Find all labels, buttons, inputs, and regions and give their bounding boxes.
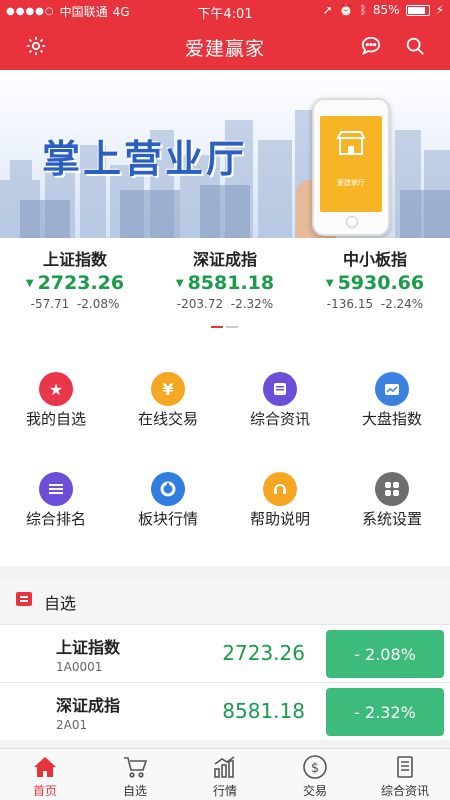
document-icon — [392, 754, 418, 780]
page-indicator — [211, 326, 238, 328]
index-name: 中小板指 — [342, 250, 407, 269]
pie-chart-icon — [151, 472, 185, 506]
index-card[interactable]: 上证指数 ▼ 2723.26 -57.71 -2.08% — [0, 246, 150, 311]
home-icon — [32, 754, 58, 780]
tab-label: 自选 — [122, 784, 147, 798]
yen-icon: ¥ — [151, 372, 185, 406]
stock-change-badge[interactable]: - 2.32% — [326, 688, 444, 736]
news-icon — [263, 372, 297, 406]
index-summary: 上证指数 ▼ 2723.26 -57.71 -2.08% 深证成指 ▼ 8581.1… — [0, 238, 450, 350]
index-value: 2723.26 — [37, 272, 125, 294]
stock-change-badge[interactable]: - 2.08% — [326, 630, 444, 678]
charging-icon: ⚡ — [435, 3, 444, 17]
index-change: -203.72 — [176, 297, 224, 311]
battery-percent: 85% — [372, 3, 400, 17]
banner-slogan: 掌上营业厅 — [42, 137, 248, 181]
bottom-tab-bar: 首页 自选 行情 $ 交易 综合资讯 — [0, 748, 450, 800]
battery-icon — [405, 4, 430, 16]
star-icon: ★ — [39, 372, 73, 406]
menu-label: 板块行情 — [137, 510, 198, 528]
stock-name: 深证成指 — [56, 696, 121, 715]
list-icon — [39, 472, 73, 506]
watchlist-header: 自选 — [0, 578, 450, 624]
index-percent: -2.08% — [76, 297, 120, 311]
menu-settings[interactable]: 系统设置 — [336, 450, 448, 540]
menu-label: 系统设置 — [361, 510, 422, 528]
message-icon[interactable] — [357, 32, 385, 60]
promo-banner[interactable]: 掌上营业厅 爱建掌厅 — [0, 70, 450, 238]
stock-price: 8581.18 — [222, 699, 305, 723]
down-arrow-icon: ▼ — [25, 278, 34, 289]
menu-label: 综合排名 — [25, 510, 86, 528]
location-icon: ➚ — [322, 3, 333, 17]
phone-label: 爱建掌厅 — [337, 179, 365, 187]
index-card[interactable]: 中小板指 ▼ 5930.66 -136.15 -2.24% — [300, 246, 450, 311]
menu-help[interactable]: 帮助说明 — [224, 450, 336, 540]
stock-price: 2723.26 — [222, 641, 305, 665]
menu-online-trading[interactable]: ¥ 在线交易 — [112, 350, 224, 440]
menu-market-index[interactable]: 大盘指数 — [336, 350, 448, 440]
settings-grid-icon — [375, 472, 409, 506]
stock-name: 上证指数 — [56, 638, 121, 657]
status-bar: ●●●●○ 中国联通 4G 下午4:01 ➚ ⏰ ᛒ 85% ⚡ — [0, 0, 450, 22]
down-arrow-icon: ▼ — [325, 278, 334, 289]
cart-icon — [122, 754, 148, 780]
bluetooth-icon: ᛒ — [359, 3, 367, 17]
watchlist-title: 自选 — [44, 594, 77, 613]
down-arrow-icon: ▼ — [175, 278, 184, 289]
help-icon — [263, 472, 297, 506]
index-percent: -2.24% — [380, 297, 424, 311]
tab-trade[interactable]: $ 交易 — [270, 749, 360, 800]
tab-quotes[interactable]: 行情 — [180, 749, 270, 800]
tab-label: 行情 — [212, 784, 237, 798]
tab-news[interactable]: 综合资讯 — [360, 749, 450, 800]
tab-watchlist[interactable]: 自选 — [90, 749, 180, 800]
menu-sector-quotes[interactable]: 板块行情 — [112, 450, 224, 540]
tab-label: 首页 — [32, 784, 57, 798]
index-value: 8581.18 — [187, 272, 275, 294]
phone-image: 爱建掌厅 — [312, 98, 390, 236]
index-change: -136.15 — [326, 297, 374, 311]
index-change: -57.71 — [30, 297, 70, 311]
menu-ranking[interactable]: 综合排名 — [0, 450, 112, 540]
dollar-icon: $ — [302, 754, 328, 780]
app-header: 爱建赢家 — [0, 22, 450, 70]
tab-label: 综合资讯 — [380, 784, 429, 798]
index-name: 深证成指 — [192, 250, 257, 269]
menu-label: 大盘指数 — [361, 410, 422, 428]
search-icon[interactable] — [401, 32, 429, 60]
watchlist-row[interactable]: 上证指数 1A0001 2723.26 - 2.08% — [0, 624, 450, 682]
menu-label: 帮助说明 — [249, 510, 310, 528]
stock-code: 1A0001 — [56, 660, 103, 674]
trend-chart-icon — [375, 372, 409, 406]
feature-grid: ★ 我的自选 ¥ 在线交易 综合资讯 大盘指数 综合排名 板块行情 帮助说明 系… — [0, 350, 450, 566]
index-card[interactable]: 深证成指 ▼ 8581.18 -203.72 -2.32% — [150, 246, 300, 311]
index-name: 上证指数 — [42, 250, 107, 269]
tab-label: 交易 — [302, 784, 327, 798]
index-percent: -2.32% — [230, 297, 274, 311]
menu-my-watchlist[interactable]: ★ 我的自选 — [0, 350, 112, 440]
menu-label: 在线交易 — [137, 410, 198, 428]
svg-text:$: $ — [311, 761, 319, 776]
menu-news[interactable]: 综合资讯 — [224, 350, 336, 440]
bar-chart-icon — [212, 754, 238, 780]
store-icon — [336, 131, 366, 155]
menu-label: 我的自选 — [25, 410, 86, 428]
alarm-icon: ⏰ — [338, 3, 354, 17]
tab-home[interactable]: 首页 — [0, 749, 90, 800]
stock-code: 2A01 — [56, 718, 88, 732]
top-bar: ●●●●○ 中国联通 4G 下午4:01 ➚ ⏰ ᛒ 85% ⚡ 爱建赢家 — [0, 0, 450, 70]
watchlist-row[interactable]: 深证成指 2A01 8581.18 - 2.32% — [0, 682, 450, 740]
index-value: 5930.66 — [337, 272, 425, 294]
menu-label: 综合资讯 — [249, 410, 310, 428]
list-icon — [16, 592, 32, 606]
